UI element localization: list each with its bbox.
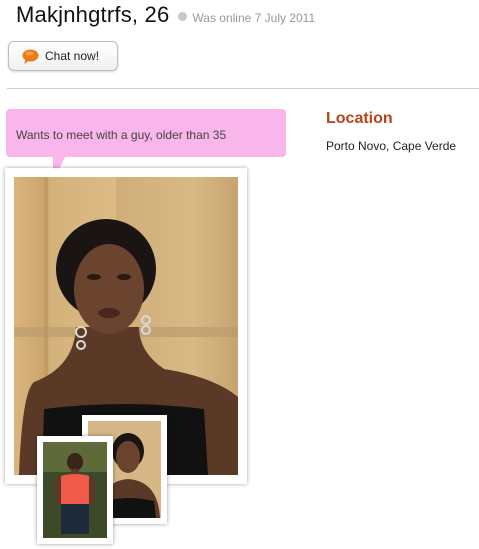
intent-text: Wants to meet with a guy, older than 35 [16, 128, 227, 142]
speech-bubble-icon [22, 49, 39, 64]
chat-now-button[interactable]: Chat now! [8, 41, 118, 71]
profile-header: Makjnhgtrfs, 26 Was online 7 July 2011 [16, 2, 315, 28]
last-online-status: Was online 7 July 2011 [192, 11, 316, 25]
location-heading: Location [326, 110, 393, 127]
intent-speech-bubble: Wants to meet with a guy, older than 35 [6, 109, 286, 157]
chat-now-label: Chat now! [45, 49, 100, 63]
offline-status-dot-icon [178, 12, 188, 21]
thumbnail-image-2 [43, 442, 107, 538]
location-value: Porto Novo, Cape Verde [326, 139, 457, 153]
profile-name: Makjnhgtrfs, 26 [16, 2, 170, 27]
thumbnail-photo-2[interactable] [37, 436, 113, 544]
section-divider [7, 88, 479, 89]
